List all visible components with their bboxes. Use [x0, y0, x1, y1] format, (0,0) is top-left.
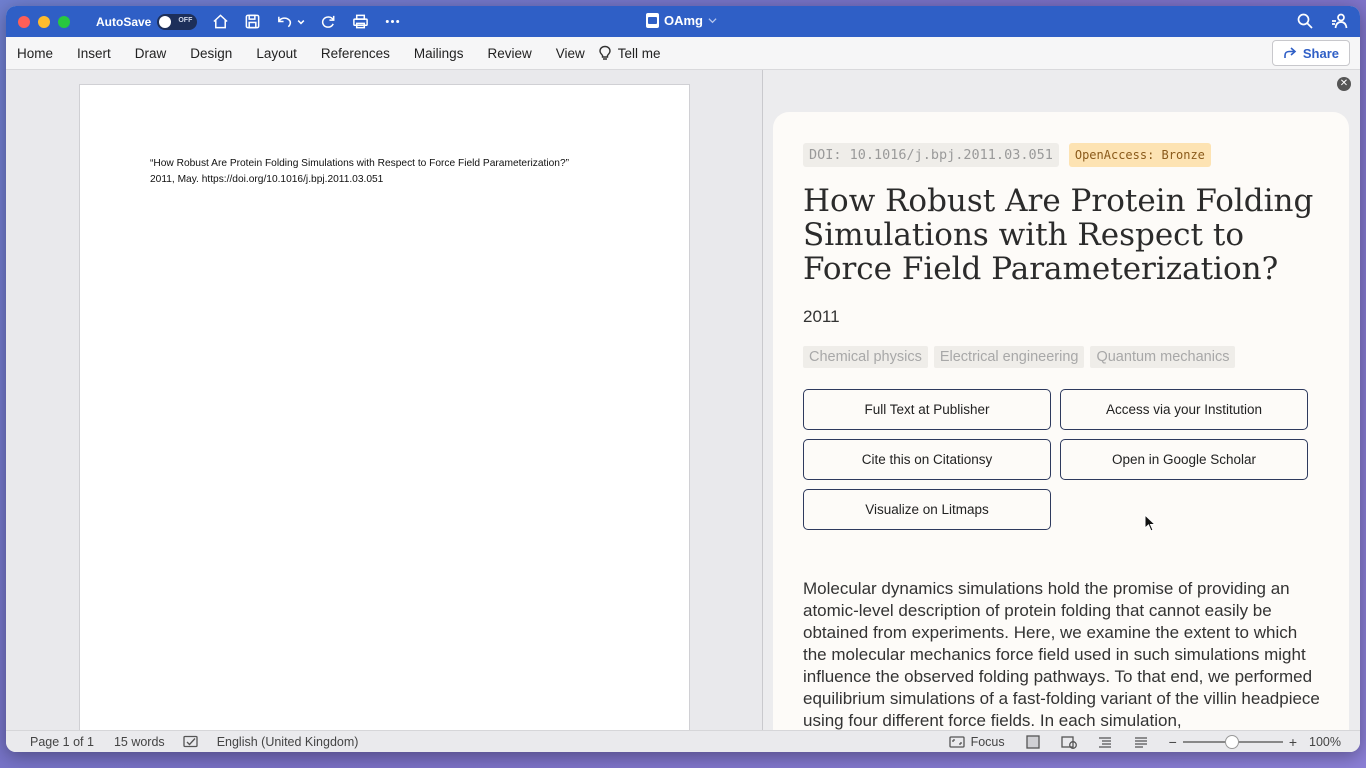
tab-draw[interactable]: Draw	[135, 46, 167, 61]
citationsy-button[interactable]: Cite this on Citationsy	[803, 439, 1051, 480]
outline-view-icon[interactable]	[1097, 735, 1113, 749]
autosave-label: AutoSave	[96, 14, 152, 29]
print-icon[interactable]	[351, 13, 369, 31]
addin-pane: ✕ DOI: 10.1016/j.bpj.2011.03.051 OpenAcc…	[763, 70, 1360, 730]
tab-insert[interactable]: Insert	[77, 46, 111, 61]
full-text-button[interactable]: Full Text at Publisher	[803, 389, 1051, 430]
page-count[interactable]: Page 1 of 1	[30, 735, 94, 749]
fullscreen-window-button[interactable]	[58, 15, 70, 28]
share-icon	[1284, 47, 1297, 58]
document-title[interactable]: OAmg	[646, 13, 717, 28]
zoom-out-icon[interactable]: −	[1169, 734, 1177, 750]
paper-year: 2011	[803, 307, 840, 326]
zoom-percentage[interactable]: 100%	[1309, 735, 1341, 749]
toggle-knob	[159, 15, 172, 28]
zoom-in-icon[interactable]: +	[1289, 734, 1297, 750]
tab-home[interactable]: Home	[17, 46, 53, 61]
focus-icon	[948, 736, 965, 748]
titlebar-right-controls	[1296, 12, 1348, 35]
language-indicator[interactable]: English (United Kingdom)	[217, 735, 359, 749]
paper-title: How Robust Are Protein Folding Simulatio…	[803, 183, 1314, 287]
status-bar: Page 1 of 1 15 words English (United Kin…	[6, 730, 1360, 752]
share-label: Share	[1302, 45, 1339, 61]
web-layout-view-icon[interactable]	[1060, 735, 1077, 749]
document-page[interactable]: “How Robust Are Protein Folding Simulati…	[79, 84, 690, 730]
title-chevron-down-icon	[708, 18, 717, 24]
document-canvas[interactable]: “How Robust Are Protein Folding Simulati…	[6, 70, 762, 730]
litmaps-button[interactable]: Visualize on Litmaps	[803, 489, 1051, 530]
mouse-cursor-icon	[1144, 514, 1156, 532]
title-bar: AutoSave OFF OAmg	[6, 6, 1360, 37]
quick-access-toolbar	[211, 13, 401, 31]
document-body[interactable]: “How Robust Are Protein Folding Simulati…	[150, 156, 630, 188]
doi-badge: DOI: 10.1016/j.bpj.2011.03.051	[803, 143, 1059, 167]
lightbulb-icon	[599, 45, 611, 60]
word-window: AutoSave OFF OAmg Home Insert Draw Desig…	[6, 6, 1360, 752]
tab-view[interactable]: View	[556, 46, 585, 61]
tell-me-label: Tell me	[617, 45, 661, 61]
account-icon[interactable]	[1330, 12, 1348, 35]
focus-label: Focus	[970, 735, 1005, 749]
zoom-control: − +	[1169, 734, 1297, 750]
zoom-slider[interactable]	[1182, 735, 1283, 749]
print-layout-view-icon[interactable]	[1025, 735, 1041, 749]
close-window-button[interactable]	[18, 15, 30, 28]
topic-tag: Electrical engineering	[933, 346, 1085, 368]
topic-tag: Quantum mechanics	[1090, 346, 1236, 368]
close-pane-icon[interactable]: ✕	[1337, 77, 1351, 91]
minimize-window-button[interactable]	[38, 15, 50, 28]
word-count[interactable]: 15 words	[114, 735, 165, 749]
undo-icon[interactable]	[275, 13, 293, 31]
draft-view-icon[interactable]	[1133, 735, 1149, 749]
proofing-icon[interactable]	[183, 735, 199, 749]
tab-review[interactable]: Review	[487, 46, 531, 61]
undo-dropdown-chevron-icon[interactable]	[297, 13, 305, 31]
topic-tag: Chemical physics	[803, 346, 928, 368]
paper-card: DOI: 10.1016/j.bpj.2011.03.051 OpenAcces…	[773, 112, 1349, 730]
ribbon-tabs: Home Insert Draw Design Layout Reference…	[6, 37, 1360, 70]
more-options-icon[interactable]	[383, 13, 401, 31]
open-access-badge: OpenAccess: Bronze	[1068, 143, 1211, 167]
citation-details-line: 2011, May. https://doi.org/10.1016/j.bpj…	[150, 174, 384, 185]
share-button[interactable]: Share	[1271, 40, 1350, 66]
institution-access-button[interactable]: Access via your Institution	[1060, 389, 1308, 430]
citation-title-line: “How Robust Are Protein Folding Simulati…	[150, 158, 570, 169]
paper-abstract: Molecular dynamics simulations hold the …	[803, 579, 1320, 730]
word-doc-icon	[646, 13, 659, 28]
search-icon[interactable]	[1296, 12, 1314, 35]
tell-me-search[interactable]: Tell me	[598, 45, 661, 61]
tab-references[interactable]: References	[321, 46, 390, 61]
window-controls	[18, 15, 70, 28]
paper-badges: DOI: 10.1016/j.bpj.2011.03.051 OpenAcces…	[803, 143, 1211, 167]
home-icon[interactable]	[211, 13, 229, 31]
autosave-toggle[interactable]: OFF	[157, 13, 198, 30]
google-scholar-button[interactable]: Open in Google Scholar	[1060, 439, 1308, 480]
tab-layout[interactable]: Layout	[256, 46, 297, 61]
topic-tags: Chemical physics Electrical engineering …	[803, 346, 1236, 368]
status-bar-right: Focus − + 100%	[929, 731, 1360, 752]
autosave-state: OFF	[178, 16, 193, 24]
autosave-control[interactable]: AutoSave OFF	[96, 13, 198, 30]
save-icon[interactable]	[243, 13, 261, 31]
tab-mailings[interactable]: Mailings	[414, 46, 464, 61]
document-title-text: OAmg	[664, 13, 703, 28]
focus-mode-button[interactable]: Focus	[948, 735, 1005, 749]
tab-design[interactable]: Design	[190, 46, 232, 61]
zoom-slider-knob[interactable]	[1224, 735, 1239, 749]
redo-icon[interactable]	[319, 13, 337, 31]
